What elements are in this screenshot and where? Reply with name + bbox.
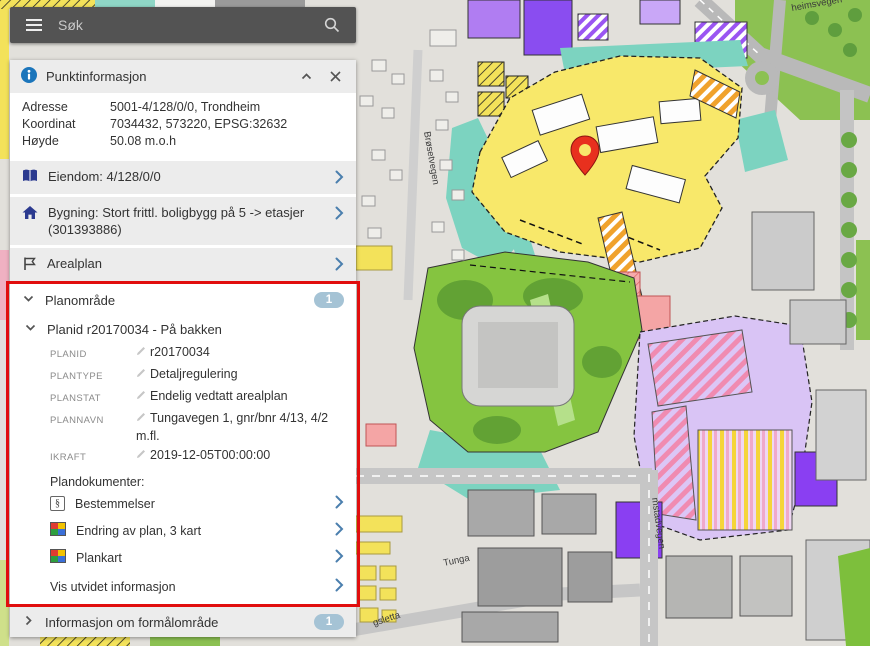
attr-row-planid: PLANID r20170034: [50, 343, 344, 364]
extended-info-link[interactable]: Vis utvidet informasjon: [10, 571, 356, 604]
document-label: Plankart: [76, 551, 325, 565]
document-endring-av-plan[interactable]: Endring av plan, 3 kart: [10, 517, 356, 544]
home-icon: [22, 205, 38, 220]
chevron-right-icon: [335, 522, 344, 539]
panel-title: Punktinformasjon: [46, 69, 287, 84]
info-label: Koordinat: [22, 116, 110, 133]
search-bar: [10, 7, 356, 43]
panel-header: Punktinformasjon: [10, 60, 356, 93]
extended-info-label: Vis utvidet informasjon: [50, 580, 325, 594]
section-arealplan[interactable]: Arealplan: [10, 248, 356, 281]
planomrade-section: Planområde 1 Planid r20170034 - På bakke…: [10, 284, 356, 604]
section-bygning[interactable]: Bygning: Stort frittl. boligbygg på 5 ->…: [10, 197, 356, 245]
planomrade-title: Planområde: [45, 293, 304, 308]
chevron-right-icon: [335, 206, 344, 223]
info-value: 7034432, 573220, EPSG:32632: [110, 116, 344, 133]
formalomrade-title: Informasjon om formålområde: [45, 615, 304, 630]
info-row-koordinat: Koordinat 7034432, 573220, EPSG:32632: [22, 116, 344, 133]
count-badge: 1: [314, 292, 344, 308]
pencil-icon: [136, 387, 146, 405]
hamburger-menu-icon[interactable]: [22, 17, 46, 33]
document-bestemmelser[interactable]: § Bestemmelser: [10, 490, 356, 517]
info-icon: [21, 67, 37, 86]
planomrade-header[interactable]: Planområde 1: [10, 284, 356, 316]
info-value: 50.08 m.o.h: [110, 133, 344, 150]
info-label: Høyde: [22, 133, 110, 150]
attr-row-planstat: PLANSTAT Endelig vedtatt arealplan: [50, 387, 344, 408]
info-row-adresse: Adresse 5001-4/128/0/0, Trondheim: [22, 99, 344, 116]
attr-row-ikraft: IKRAFT 2019-12-05T00:00:00: [50, 446, 344, 467]
attr-value: Tungavegen 1, gnr/bnr 4/13, 4/2 m.fl.: [136, 409, 344, 445]
attr-row-plannavn: PLANNAVN Tungavegen 1, gnr/bnr 4/13, 4/2…: [50, 409, 344, 445]
attr-value: Endelig vedtatt arealplan: [136, 387, 344, 408]
close-panel-button[interactable]: [326, 69, 345, 84]
app-window: heimsvegen Brøsetvegen mstadvegen Tunga …: [0, 0, 870, 646]
chevron-right-icon: [335, 170, 344, 187]
pencil-icon: [136, 409, 146, 427]
chevron-right-icon: [335, 495, 344, 512]
section-label: Bygning: Stort frittl. boligbygg på 5 ->…: [48, 204, 325, 238]
pencil-icon: [136, 365, 146, 383]
pencil-icon: [136, 343, 146, 361]
sidebar: Punktinformasjon Adresse 5001-4/128/0/0,…: [10, 7, 356, 637]
search-icon[interactable]: [320, 15, 344, 35]
chevron-right-icon: [335, 549, 344, 566]
plan-entry-header[interactable]: Planid r20170034 - På bakken: [10, 316, 356, 340]
section-eiendom[interactable]: Eiendom: 4/128/0/0: [10, 161, 356, 194]
plan-attributes: PLANID r20170034 PLANTYPE Detaljreguleri…: [10, 340, 356, 470]
attr-key: PLANSTAT: [50, 387, 136, 408]
attr-key: PLANNAVN: [50, 409, 136, 445]
document-plankart[interactable]: Plankart: [10, 544, 356, 571]
section-label: Arealplan: [47, 255, 325, 272]
chevron-right-icon: [335, 257, 344, 274]
book-icon: [22, 169, 38, 183]
pencil-icon: [136, 446, 146, 464]
count-badge: 1: [314, 614, 344, 630]
info-value: 5001-4/128/0/0, Trondheim: [110, 99, 344, 116]
plan-entry-title: Planid r20170034 - På bakken: [47, 322, 222, 337]
chevron-down-icon: [24, 321, 37, 337]
punktinformasjon-panel: Punktinformasjon Adresse 5001-4/128/0/0,…: [10, 60, 356, 637]
paragraph-icon: §: [50, 496, 65, 511]
attr-key: PLANTYPE: [50, 365, 136, 386]
attr-row-plantype: PLANTYPE Detaljregulering: [50, 365, 344, 386]
point-info-block: Adresse 5001-4/128/0/0, Trondheim Koordi…: [10, 93, 356, 158]
plandokumenter-label: Plandokumenter:: [10, 470, 356, 490]
section-formalomrade[interactable]: Informasjon om formålområde 1: [10, 607, 356, 637]
chevron-right-icon: [22, 614, 35, 630]
attr-key: IKRAFT: [50, 446, 136, 467]
section-label: Eiendom: 4/128/0/0: [48, 168, 325, 185]
search-input[interactable]: [58, 17, 308, 33]
document-label: Bestemmelser: [75, 497, 325, 511]
info-row-hoyde: Høyde 50.08 m.o.h: [22, 133, 344, 150]
chevron-right-icon: [335, 578, 344, 595]
chevron-down-icon: [22, 292, 35, 308]
info-label: Adresse: [22, 99, 110, 116]
attr-value: r20170034: [136, 343, 344, 364]
attr-value: 2019-12-05T00:00:00: [136, 446, 344, 467]
flag-icon: [22, 256, 37, 271]
map-icon: [50, 549, 66, 566]
collapse-panel-button[interactable]: [296, 68, 317, 85]
attr-value: Detaljregulering: [136, 365, 344, 386]
document-label: Endring av plan, 3 kart: [76, 524, 325, 538]
attr-key: PLANID: [50, 343, 136, 364]
map-icon: [50, 522, 66, 539]
